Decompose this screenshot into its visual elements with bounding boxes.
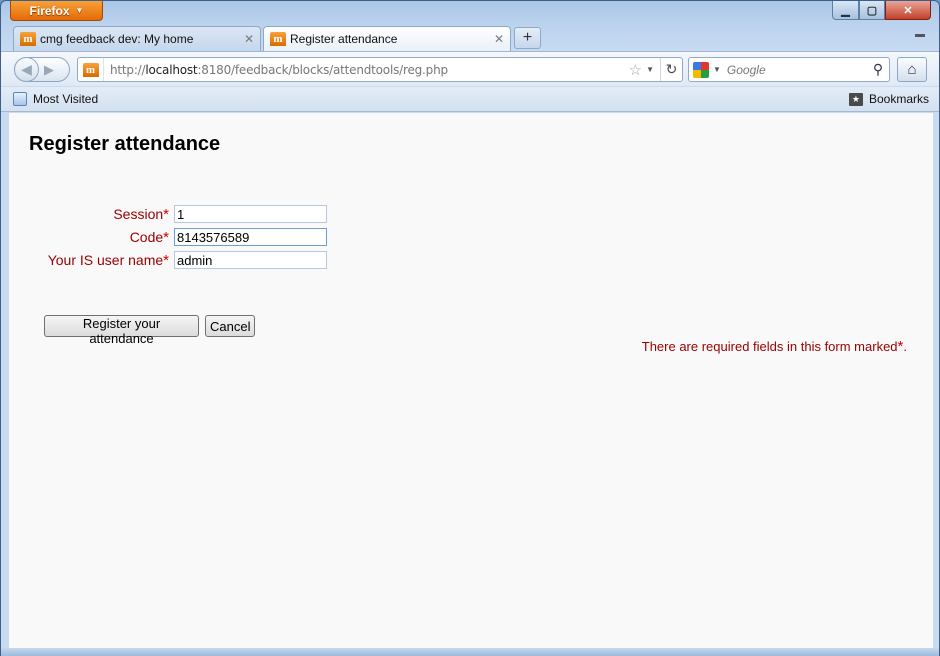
page-content: Register attendance Session* Code* Your … <box>9 113 933 648</box>
code-field[interactable] <box>174 228 327 246</box>
bookmarks-toolbar: Most Visited ★ Bookmarks <box>1 87 939 112</box>
moodle-icon: m <box>20 32 36 46</box>
url-text[interactable]: http://localhost:8180/feedback/blocks/at… <box>104 63 629 77</box>
star-icon[interactable]: ☆ <box>629 61 642 79</box>
required-note-end: . <box>903 339 907 354</box>
firefox-menu-button[interactable]: Firefox ▼ <box>10 1 103 21</box>
session-field[interactable] <box>174 205 327 223</box>
session-label-text: Session <box>113 206 164 222</box>
form-row-code: Code* <box>9 228 339 248</box>
code-label-text: Code <box>129 229 164 245</box>
title-bar: Firefox ▼ ▁ ▢ ✕ <box>1 1 939 23</box>
chevron-down-icon[interactable]: ▼ <box>646 65 654 74</box>
reload-icon[interactable]: ↻ <box>660 58 682 81</box>
required-note-text: There are required fields in this form m… <box>641 339 898 354</box>
required-marker: * <box>163 229 169 246</box>
bookmarks-icon: ★ <box>848 92 863 106</box>
window-controls: ▁ ▢ ✕ <box>832 1 931 20</box>
most-visited-label: Most Visited <box>33 92 99 106</box>
form-row-session: Session* <box>9 205 339 225</box>
home-icon[interactable]: ⌂ <box>897 57 927 82</box>
required-marker: * <box>163 252 169 269</box>
required-marker: * <box>163 206 169 223</box>
close-tab-icon[interactable]: ✕ <box>494 32 504 46</box>
username-field[interactable] <box>174 251 327 269</box>
url-prefix: http:// <box>110 62 146 77</box>
back-forward-group: ◀ ▶ <box>14 57 70 82</box>
cancel-button[interactable]: Cancel <box>205 315 255 337</box>
page-title: Register attendance <box>29 133 221 155</box>
form-row-username: Your IS user name* <box>9 251 339 271</box>
bookmarks-menu-button[interactable]: ★ Bookmarks <box>848 92 929 106</box>
tab-strip: m cmg feedback dev: My home ✕ m Register… <box>1 25 939 51</box>
session-label: Session* <box>113 206 169 223</box>
window-bottom-edge <box>1 648 939 656</box>
new-tab-button[interactable]: + <box>514 27 541 49</box>
browser-window: Firefox ▼ ▁ ▢ ✕ m cmg feedback dev: My h… <box>0 0 940 656</box>
magnifier-icon[interactable]: ⚲ <box>867 61 889 78</box>
bookmarks-label: Bookmarks <box>868 92 929 106</box>
code-label: Code* <box>130 229 169 246</box>
chevron-down-icon[interactable]: ▼ <box>713 65 721 74</box>
list-all-tabs-icon[interactable]: ▬ <box>915 29 925 40</box>
tab-register-attendance[interactable]: m Register attendance ✕ <box>263 26 511 51</box>
maximize-button[interactable]: ▢ <box>859 1 885 20</box>
moodle-icon: m <box>270 32 286 46</box>
google-icon[interactable] <box>693 61 709 78</box>
search-bar[interactable]: ▼ Google ⚲ <box>688 57 890 82</box>
most-visited-icon <box>13 92 27 106</box>
url-path: :8180/feedback/blocks/attendtools/reg.ph… <box>197 62 448 77</box>
navigation-toolbar: ◀ ▶ m http://localhost:8180/feedback/blo… <box>1 51 939 86</box>
tab-title: Register attendance <box>290 32 398 46</box>
site-identity-button[interactable]: m <box>78 58 104 81</box>
url-host: localhost <box>145 62 198 77</box>
chevron-down-icon: ▼ <box>75 6 84 15</box>
most-visited-folder[interactable]: Most Visited <box>13 92 98 106</box>
tab-my-home[interactable]: m cmg feedback dev: My home ✕ <box>13 26 261 51</box>
username-label: Your IS user name* <box>48 252 169 269</box>
back-arrow-icon[interactable]: ◀ <box>14 57 39 82</box>
search-input[interactable]: Google <box>727 63 867 77</box>
close-tab-icon[interactable]: ✕ <box>244 32 254 46</box>
tab-title: cmg feedback dev: My home <box>40 32 194 46</box>
moodle-icon: m <box>82 62 99 77</box>
required-fields-note: There are required fields in this form m… <box>642 338 907 355</box>
close-window-button[interactable]: ✕ <box>885 1 931 20</box>
firefox-menu-label: Firefox <box>29 3 70 18</box>
forward-arrow-icon[interactable]: ▶ <box>44 62 54 78</box>
register-attendance-button[interactable]: Register your attendance <box>44 315 199 346</box>
url-bar[interactable]: m http://localhost:8180/feedback/blocks/… <box>77 57 683 82</box>
username-label-text: Your IS user name <box>47 252 164 268</box>
minimize-button[interactable]: ▁ <box>832 1 859 20</box>
